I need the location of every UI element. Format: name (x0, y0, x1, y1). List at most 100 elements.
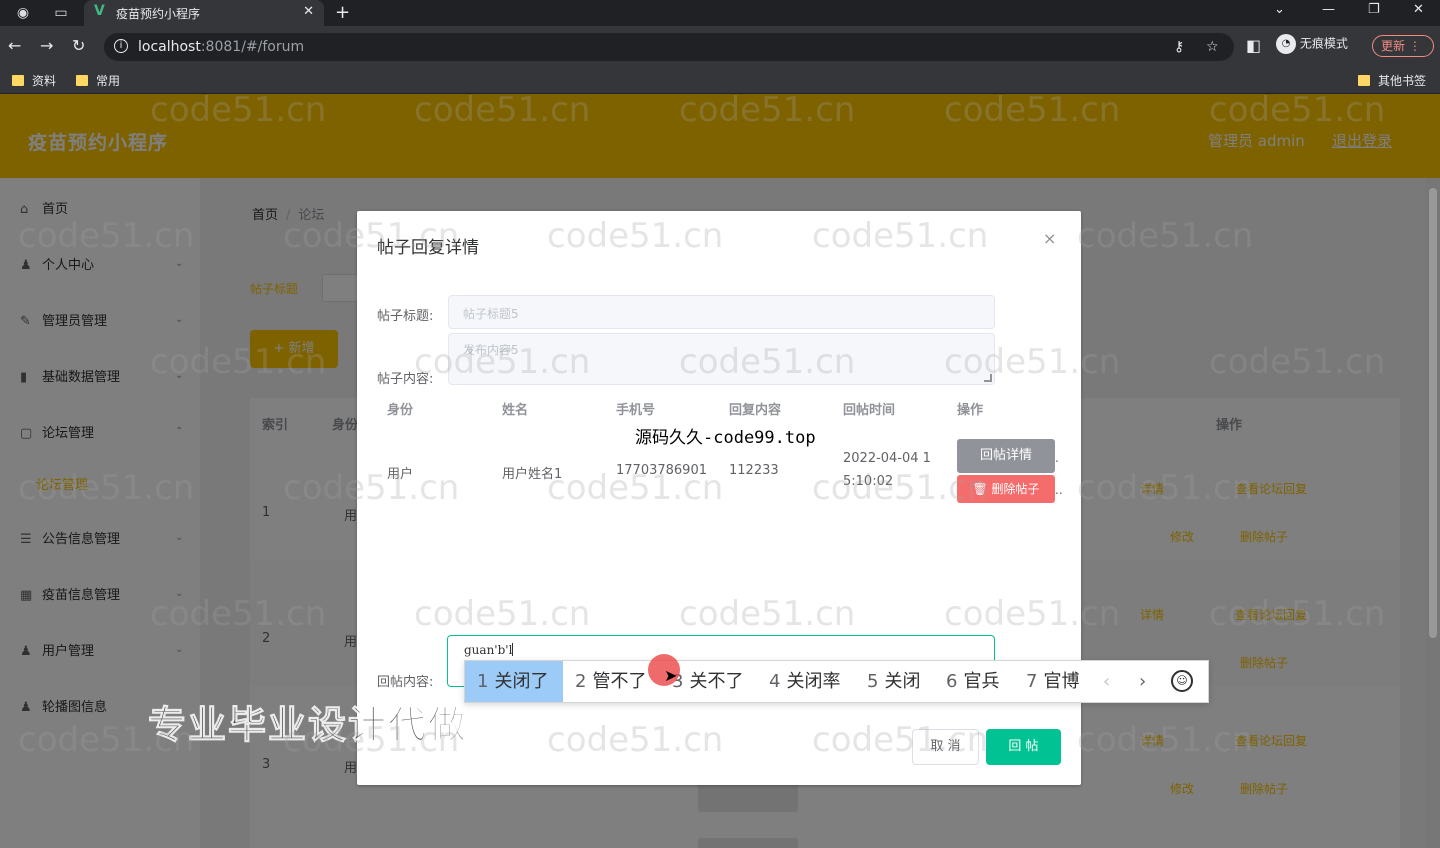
ime-num: 1 (477, 671, 489, 692)
post-content-label: 帖子内容: (377, 372, 434, 387)
col-identity: 身份 (387, 403, 414, 418)
ime-candidate-5[interactable]: 5 关闭 (867, 661, 920, 702)
ime-candidate-bar: 1 关闭了 2 管不了 3 关不了 4 关闭率 5 关闭 6 官兵 7 官博 ‹ › ☺ (464, 660, 1209, 703)
ime-text: 关闭了 (494, 671, 549, 692)
sidebar-toggle-icon[interactable]: ◧ (1246, 36, 1261, 55)
tab-list-chevron-icon[interactable]: ⌄ (1274, 2, 1285, 17)
trash-icon: 🗑 (972, 482, 992, 496)
post-title-field: 帖子标题5 (448, 295, 995, 329)
page-scrollbar[interactable] (1426, 178, 1440, 848)
ime-text: 关闭率 (786, 671, 841, 692)
ime-candidate-4[interactable]: 4 关闭率 (769, 661, 840, 702)
back-icon[interactable]: ← (8, 36, 21, 55)
tab-search-icon[interactable]: ▭ (52, 4, 70, 22)
update-button[interactable]: 更新 ⋮ (1372, 35, 1434, 57)
site-info-icon[interactable]: i (114, 39, 128, 53)
incognito-icon: ◔ (1276, 34, 1296, 54)
resize-grip-icon[interactable] (984, 374, 992, 382)
bookmarks-bar: 资料 常用 其他书签 (0, 66, 1440, 94)
browser-globe-icon[interactable]: ◉ (14, 4, 32, 22)
post-title-label: 帖子标题: (377, 309, 434, 324)
col-time: 回帖时间 (843, 403, 896, 418)
promo-overlay-text: 专业毕业设计代做 (147, 703, 469, 748)
overflow-ellipsis: .. (1055, 483, 1063, 497)
minimize-icon[interactable]: — (1322, 2, 1335, 17)
col-phone: 手机号 (616, 403, 656, 418)
overflow-ellipsis: . (1055, 451, 1059, 465)
post-content-field: 发布内容5 (448, 333, 995, 385)
ime-text: 管不了 (592, 671, 647, 692)
close-icon[interactable]: × (1043, 229, 1056, 248)
reply-detail-button[interactable]: 回帖详情 (957, 439, 1055, 473)
incognito-indicator[interactable]: ◔ 无痕模式 (1276, 34, 1348, 58)
delete-post-button[interactable]: 🗑 删除帖子 (957, 475, 1055, 503)
reply-time-line2: 5:10:02 (843, 474, 894, 489)
mouse-pointer-icon: ➤ (664, 666, 678, 685)
ime-text: 官兵 (963, 671, 1000, 692)
text-caret (512, 643, 514, 656)
browser-toolbar: ← → ↻ i localhost:8081/#/forum ⚷ ☆ ◧ ◔ 无… (0, 26, 1440, 66)
source-watermark-text: 源码久久-code99.top (635, 428, 816, 448)
bookmark-folder-changyong[interactable]: 常用 (76, 72, 120, 89)
bookmark-label: 资料 (32, 74, 57, 88)
address-bar[interactable]: i localhost:8081/#/forum ⚷ ☆ (104, 33, 1234, 61)
ime-next-icon[interactable]: › (1139, 661, 1146, 702)
reply-input-text: guan'b'l (464, 643, 513, 657)
folder-icon (76, 75, 88, 86)
ime-text: 关不了 (689, 671, 744, 692)
url-text[interactable]: localhost:8081/#/forum (138, 39, 304, 55)
scrollbar-thumb[interactable] (1429, 188, 1437, 638)
window-close-icon[interactable]: ✕ (1413, 2, 1424, 17)
browser-tab-active[interactable]: V 疫苗预约小程序 ✕ (84, 0, 324, 26)
submit-reply-button[interactable]: 回 帖 (986, 729, 1061, 765)
ime-text: 官博 (1043, 671, 1080, 692)
col-content: 回复内容 (729, 403, 782, 418)
bookmark-star-icon[interactable]: ☆ (1206, 39, 1219, 55)
ime-num: 6 (946, 671, 958, 692)
restore-icon[interactable]: ❐ (1368, 2, 1380, 17)
reply-name: 用户姓名1 (502, 467, 563, 482)
other-bookmarks-label: 其他书签 (1378, 74, 1427, 88)
key-icon[interactable]: ⚷ (1174, 39, 1184, 55)
reply-time-line1: 2022-04-04 1 (843, 451, 931, 466)
col-name: 姓名 (502, 403, 529, 418)
ime-num: 7 (1026, 671, 1038, 692)
incognito-label: 无痕模式 (1299, 36, 1348, 51)
ime-candidate-7[interactable]: 7 官博 (1026, 661, 1079, 702)
ime-text: 关闭 (884, 671, 921, 692)
forward-icon[interactable]: → (40, 36, 53, 55)
ime-num: 2 (575, 671, 587, 692)
tab-title: 疫苗预约小程序 (116, 7, 201, 21)
folder-icon (1358, 75, 1370, 86)
ime-num: 5 (867, 671, 879, 692)
post-content-text: 发布内容5 (463, 343, 519, 357)
delete-post-label: 删除帖子 (991, 482, 1040, 496)
dialog-title: 帖子回复详情 (377, 238, 479, 258)
ime-candidate-1[interactable]: 1 关闭了 (465, 661, 563, 702)
new-tab-icon[interactable]: + (335, 2, 350, 23)
url-path: :8081/#/forum (200, 39, 305, 55)
url-host: localhost (138, 39, 201, 55)
vue-logo-icon: V (94, 3, 105, 19)
folder-icon (12, 75, 24, 86)
ime-num: 4 (769, 671, 781, 692)
tab-close-icon[interactable]: ✕ (303, 4, 314, 19)
reply-content-label: 回帖内容: (377, 675, 434, 690)
reply-content: 112233 (729, 463, 779, 478)
reply-identity: 用户 (387, 467, 414, 482)
reply-phone: 17703786901 (616, 463, 707, 478)
bookmark-folder-ziliao[interactable]: 资料 (12, 72, 56, 89)
browser-tab-bar: ◉ ▭ V 疫苗预约小程序 ✕ + ⌄ — ❐ ✕ (0, 0, 1440, 26)
cancel-button[interactable]: 取 消 (912, 729, 979, 765)
reload-icon[interactable]: ↻ (72, 36, 85, 55)
ime-emoji-icon[interactable]: ☺ (1171, 670, 1193, 692)
col-actions: 操作 (957, 403, 984, 418)
ime-candidate-6[interactable]: 6 官兵 (946, 661, 999, 702)
update-label: 更新 (1381, 39, 1406, 53)
ime-candidate-2[interactable]: 2 管不了 (575, 661, 646, 702)
menu-kebab-icon: ⋮ (1408, 39, 1421, 53)
bookmark-label: 常用 (96, 74, 121, 88)
ime-prev-icon[interactable]: ‹ (1103, 661, 1110, 702)
other-bookmarks[interactable]: 其他书签 (1358, 72, 1426, 89)
ime-candidate-3[interactable]: 3 关不了 (672, 661, 743, 702)
